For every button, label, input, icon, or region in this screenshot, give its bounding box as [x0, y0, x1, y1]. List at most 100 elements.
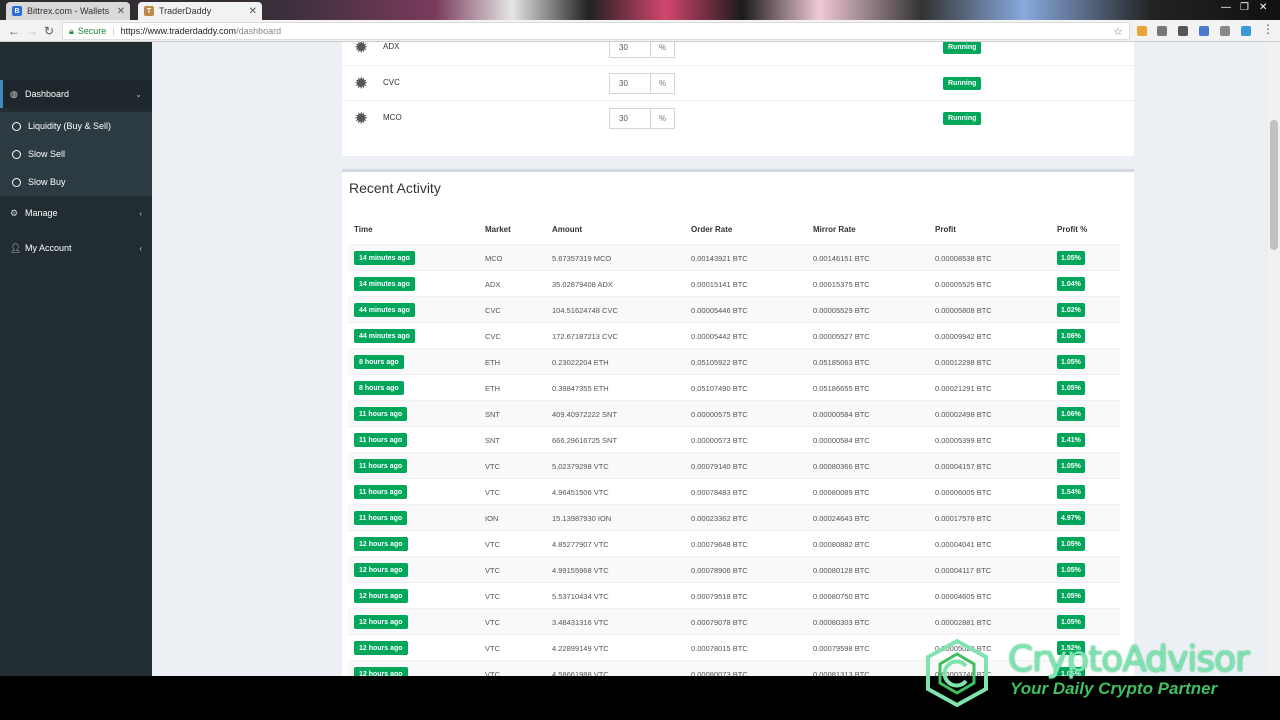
profit-cell: 0.00012298 BTC [935, 358, 992, 367]
coin-name: ADX [383, 42, 400, 51]
profit-cell: 0.00008538 BTC [935, 254, 992, 263]
col-header-market: Market [485, 225, 511, 234]
url-host: https://www.traderdaddy.com [120, 26, 237, 36]
time-badge: 11 hours ago [354, 407, 408, 421]
col-header-mirror-rate: Mirror Rate [813, 225, 856, 234]
mirror-rate-cell: 0.05186655 BTC [813, 384, 870, 393]
profit-cell: 0.00004605 BTC [935, 592, 992, 601]
sidebar-item-dashboard[interactable]: ◍ Dashboard ⌄ [0, 80, 152, 108]
mirror-rate-cell: 0.00080089 BTC [813, 488, 870, 497]
sidebar-item-manage[interactable]: ⚙ Manage ‹ [0, 199, 152, 227]
browser-tab-strip: B Bittrex.com - Wallets ✕ T TraderDaddy … [0, 0, 1280, 20]
sidebar-item-label: My Account [25, 243, 72, 253]
time-badge: 12 hours ago [354, 641, 408, 655]
percent-input[interactable]: 30 [609, 42, 651, 58]
sidebar-item-label: Manage [25, 208, 58, 218]
reload-icon[interactable]: ↻ [44, 24, 54, 38]
mirror-rate-cell: 0.00024643 BTC [813, 514, 870, 523]
amount-cell: 5.02379298 VTC [552, 462, 609, 471]
order-rate-cell: 0.00079078 BTC [691, 618, 748, 627]
order-rate-cell: 0.00078015 BTC [691, 644, 748, 653]
order-rate-cell: 0.00005446 BTC [691, 306, 748, 315]
percent-input[interactable]: 30 [609, 108, 651, 129]
url-bar[interactable]: 🔒︎ Secure | https://www.traderdaddy.com … [62, 22, 1130, 40]
amount-cell: 666.29616725 SNT [552, 436, 618, 445]
recent-activity-title: Recent Activity [349, 180, 441, 196]
browser-menu-icon[interactable]: ⋮ [1262, 22, 1274, 36]
page-content: ◍ Dashboard ⌄ Liquidity (Buy & Sell) Slo… [0, 42, 1280, 676]
close-tab-icon[interactable]: ✕ [117, 6, 125, 17]
recent-activity-box: Recent Activity Time Market Amount Order… [342, 169, 1134, 676]
profit-pct-badge: 1.05% [1057, 355, 1085, 369]
browser-tab-bittrex[interactable]: B Bittrex.com - Wallets ✕ [6, 2, 130, 20]
market-cell: VTC [485, 488, 500, 497]
forward-arrow-icon[interactable]: → [26, 24, 38, 38]
sidebar-item-my-account[interactable]: 👤︎ My Account ‹ [0, 234, 152, 262]
amount-cell: 15.13987930 ION [552, 514, 612, 523]
extension-icon[interactable] [1157, 26, 1167, 36]
back-arrow-icon[interactable]: ← [8, 24, 20, 38]
browser-tab-traderdaddy[interactable]: T TraderDaddy ✕ [138, 2, 262, 20]
watermark-title: CryptoAdvisor [1008, 639, 1250, 680]
market-cell: VTC [485, 592, 500, 601]
profit-pct-badge: 1.06% [1057, 329, 1085, 343]
amount-cell: 4.99155968 VTC [552, 566, 609, 575]
extension-icon[interactable] [1241, 26, 1251, 36]
market-cell: CVC [485, 332, 501, 341]
table-row: 11 hours ago SNT 666.29616725 SNT 0.0000057… [348, 426, 1120, 452]
profit-cell: 0.00004117 BTC [935, 566, 992, 575]
coin-settings-box: ✹ ADX 30 % Running ✹ CVC 30 % Running ✹ … [342, 42, 1134, 156]
coin-row: ✹ CVC 30 % Running [342, 65, 1134, 100]
page-scrollbar[interactable] [1268, 42, 1280, 676]
maximize-icon[interactable]: ❐ [1240, 2, 1249, 13]
order-rate-cell: 0.00015141 BTC [691, 280, 748, 289]
circle-icon [12, 149, 21, 159]
sidebar: ◍ Dashboard ⌄ Liquidity (Buy & Sell) Slo… [0, 42, 152, 676]
chevron-left-icon: ‹ [139, 243, 142, 253]
profit-cell: 0.00005525 BTC [935, 280, 992, 289]
profit-cell: 0.00009942 BTC [935, 332, 992, 341]
profit-pct-badge: 1.05% [1057, 251, 1085, 265]
sidebar-item-slow-buy[interactable]: Slow Buy [0, 168, 152, 196]
chevron-down-icon: ⌄ [135, 89, 142, 99]
time-badge: 12 hours ago [354, 537, 408, 551]
profit-cell: 0.00002498 BTC [935, 410, 992, 419]
time-badge: 8 hours ago [354, 355, 404, 369]
amount-cell: 409.40972222 SNT [552, 410, 618, 419]
circle-icon [12, 121, 21, 131]
circle-icon [12, 177, 21, 187]
extension-icon[interactable] [1178, 26, 1188, 36]
market-cell: ETH [485, 358, 500, 367]
tab-label: Bittrex.com - Wallets [27, 6, 110, 16]
order-rate-cell: 0.00023362 BTC [691, 514, 748, 523]
market-cell: ADX [485, 280, 501, 289]
close-tab-icon[interactable]: ✕ [249, 6, 257, 17]
profit-cell: 0.00004157 BTC [935, 462, 992, 471]
time-badge: 11 hours ago [354, 433, 408, 447]
sidebar-item-slow-sell[interactable]: Slow Sell [0, 140, 152, 168]
extension-icon[interactable] [1220, 26, 1230, 36]
table-row: 11 hours ago SNT 409.40972222 SNT 0.0000057… [348, 400, 1120, 426]
close-window-icon[interactable]: ✕ [1259, 2, 1267, 13]
coin-row: ✹ MCO 30 % Running [342, 100, 1134, 135]
scrollbar-thumb[interactable] [1270, 120, 1278, 250]
order-rate-cell: 0.00000575 BTC [691, 410, 748, 419]
minimize-icon[interactable]: — [1221, 2, 1231, 13]
mirror-rate-cell: 0.00080366 BTC [813, 462, 870, 471]
sidebar-item-label: Dashboard [25, 89, 70, 99]
time-badge: 14 minutes ago [354, 251, 415, 265]
market-cell: CVC [485, 306, 501, 315]
url-path: /dashboard [236, 26, 282, 36]
mirror-rate-cell: 0.00080882 BTC [813, 540, 870, 549]
extension-icon[interactable] [1199, 26, 1209, 36]
bookmark-star-icon[interactable]: ☆ [1113, 25, 1123, 38]
status-badge: Running [943, 42, 982, 54]
extension-icon[interactable] [1137, 26, 1147, 36]
mirror-rate-cell: 0.00000584 BTC [813, 410, 870, 419]
table-row: 14 minutes ago ADX 35.02879408 ADX 0.000151… [348, 270, 1120, 296]
percent-input[interactable]: 30 [609, 73, 651, 94]
amount-cell: 35.02879408 ADX [552, 280, 613, 289]
amount-cell: 4.22899149 VTC [552, 644, 609, 653]
order-rate-cell: 0.05107490 BTC [691, 384, 748, 393]
sidebar-item-liquidity[interactable]: Liquidity (Buy & Sell) [0, 112, 152, 140]
